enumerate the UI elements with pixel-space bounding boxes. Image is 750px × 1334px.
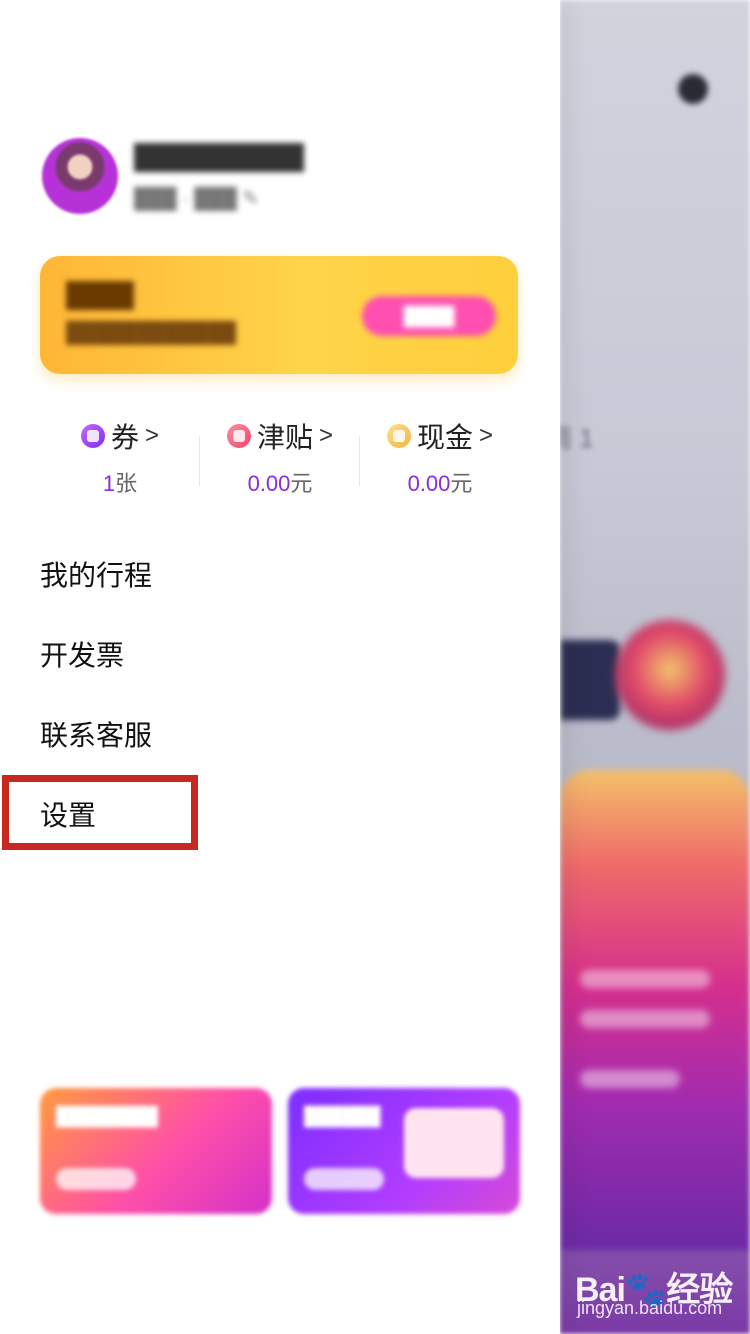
chevron-right-icon: > xyxy=(145,422,160,449)
user-name-blurred[interactable]: ██████████ xyxy=(134,144,304,172)
wallet-allowance-label: 津贴 xyxy=(256,422,313,453)
wallet-allowance[interactable]: 津贴 > 0.00元 xyxy=(200,414,360,504)
menu-item-customer-service[interactable]: 联系客服 xyxy=(40,696,520,776)
watermark-url: jingyan.baidu.com xyxy=(577,1298,723,1318)
promo-banner-right[interactable]: ██████ xyxy=(288,1088,520,1214)
promo-banner-left[interactable]: ████████ xyxy=(40,1088,272,1214)
coupon-icon xyxy=(80,424,105,448)
user-subtitle-blurred[interactable]: ███ · ███ ✎ xyxy=(134,186,259,211)
background-app: 南 1 xyxy=(560,0,750,1334)
wallet-cash[interactable]: 现金 > 0.00元 xyxy=(360,414,520,504)
cash-icon xyxy=(386,424,411,448)
banner-text-blurred: ██████ xyxy=(304,1106,381,1126)
banner-text-blurred: ████████ xyxy=(56,1106,159,1126)
wallet-allowance-unit: 元 xyxy=(290,471,313,496)
background-dark-block xyxy=(560,640,620,720)
side-drawer: ██████████ ███ · ███ ✎ ████ ████████████… xyxy=(0,0,560,1334)
wallet-cash-value: 0.00 xyxy=(407,471,451,496)
banner-button-blurred xyxy=(304,1168,384,1190)
banner-button-blurred xyxy=(56,1168,136,1190)
wallet-allowance-value: 0.00 xyxy=(247,471,291,496)
wallet-coupon[interactable]: 券 > 1张 xyxy=(40,414,200,504)
membership-promo-card[interactable]: ████ ████████████ ████ xyxy=(40,256,518,374)
wallet-coupon-unit: 张 xyxy=(115,471,138,496)
avatar[interactable] xyxy=(42,138,118,214)
wallet-coupon-label: 券 xyxy=(110,422,139,453)
menu-item-invoice[interactable]: 开发票 xyxy=(40,616,520,696)
menu-item-my-trips[interactable]: 我的行程 xyxy=(40,536,520,616)
chevron-right-icon: > xyxy=(479,422,494,449)
promo-button-blurred[interactable]: ████ xyxy=(362,296,496,336)
wallet-coupon-value: 1 xyxy=(102,471,116,496)
wallet-summary: 券 > 1张 津贴 > 0.00元 现金 > 0.00元 xyxy=(40,414,520,504)
promo-title-blurred: ████ xyxy=(66,282,135,309)
background-dot xyxy=(678,74,708,104)
wallet-cash-unit: 元 xyxy=(450,471,473,496)
promo-subtitle-blurred: ████████████ xyxy=(66,322,237,344)
background-badge-image xyxy=(615,620,725,730)
wallet-cash-label: 现金 xyxy=(416,422,473,453)
banner-image-blurred xyxy=(404,1108,504,1178)
background-card-line xyxy=(580,970,710,988)
background-card-line xyxy=(580,1070,680,1088)
allowance-icon xyxy=(226,424,251,448)
annotation-highlight-box xyxy=(2,775,198,850)
baidu-jingyan-watermark: Bai🐾经验 jingyan.baidu.com xyxy=(575,1262,745,1322)
background-text: 南 1 xyxy=(560,423,594,453)
chevron-right-icon: > xyxy=(319,422,334,449)
background-card-line xyxy=(580,1010,710,1028)
background-promo-card xyxy=(560,770,750,1250)
